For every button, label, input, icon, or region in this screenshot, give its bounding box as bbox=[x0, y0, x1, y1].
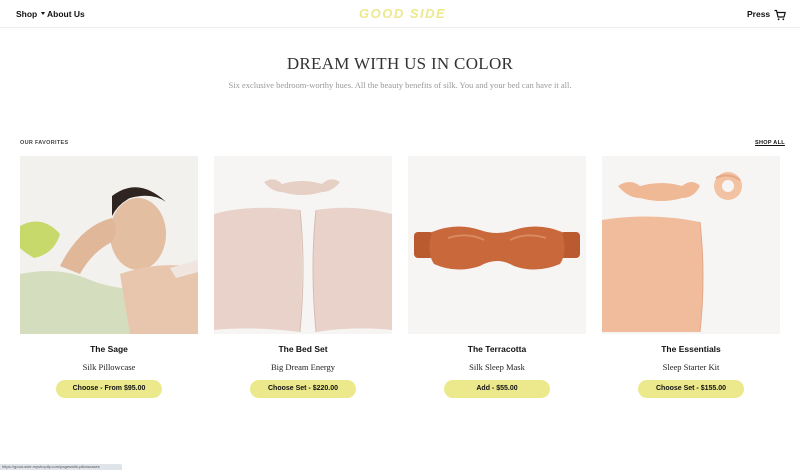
shop-all-link[interactable]: SHOP ALL bbox=[755, 140, 785, 146]
product-subtitle: Silk Sleep Mask bbox=[469, 362, 525, 372]
product-name: The Essentials bbox=[661, 344, 721, 354]
product-image-the-terracotta[interactable] bbox=[408, 156, 586, 334]
product-card: The Essentials Sleep Starter Kit Choose … bbox=[602, 156, 780, 406]
brand-logo[interactable]: GOOD SIDE bbox=[359, 6, 446, 21]
top-nav: Shop About Us GOOD SIDE Press bbox=[0, 0, 800, 28]
choose-set-button[interactable]: Choose Set - $155.00 bbox=[638, 380, 744, 398]
press-link[interactable]: Press bbox=[747, 9, 770, 19]
product-card: The Terracotta Silk Sleep Mask Add - $55… bbox=[408, 156, 586, 406]
product-name: The Bed Set bbox=[278, 344, 328, 354]
product-image-the-sage[interactable] bbox=[20, 156, 198, 334]
product-subtitle: Sleep Starter Kit bbox=[662, 362, 720, 372]
product-card: The Sage Silk Pillowcase Choose - From $… bbox=[20, 156, 198, 406]
hero-title: DREAM WITH US IN COLOR bbox=[286, 54, 514, 73]
product-image-the-bed-set[interactable] bbox=[214, 156, 392, 334]
add-button[interactable]: Add - $55.00 bbox=[444, 380, 550, 398]
section-label: OUR FAVORITES bbox=[20, 140, 69, 146]
product-name: The Sage bbox=[90, 344, 128, 354]
cart-icon[interactable] bbox=[774, 8, 786, 21]
product-card: The Bed Set Big Dream Energy Choose Set … bbox=[214, 156, 392, 406]
chevron-down-icon bbox=[41, 12, 46, 15]
choose-set-button[interactable]: Choose Set - $220.00 bbox=[250, 380, 356, 398]
choose-button[interactable]: Choose - From $95.00 bbox=[56, 380, 162, 398]
shop-menu-label: Shop bbox=[16, 9, 38, 19]
link-status-bar: https://good-side.myshopify.com/pages/si… bbox=[0, 464, 122, 470]
product-subtitle: Big Dream Energy bbox=[270, 362, 336, 372]
about-us-link[interactable]: About Us bbox=[47, 9, 85, 19]
product-image-the-essentials[interactable] bbox=[602, 156, 780, 334]
status-url: https://good-side.myshopify.com/pages/si… bbox=[2, 464, 100, 469]
product-subtitle: Silk Pillowcase bbox=[82, 362, 136, 372]
product-name: The Terracotta bbox=[467, 344, 527, 354]
hero-subtitle: Six exclusive bedroom-worthy hues. All t… bbox=[228, 80, 572, 90]
shop-menu[interactable]: Shop bbox=[16, 9, 46, 19]
